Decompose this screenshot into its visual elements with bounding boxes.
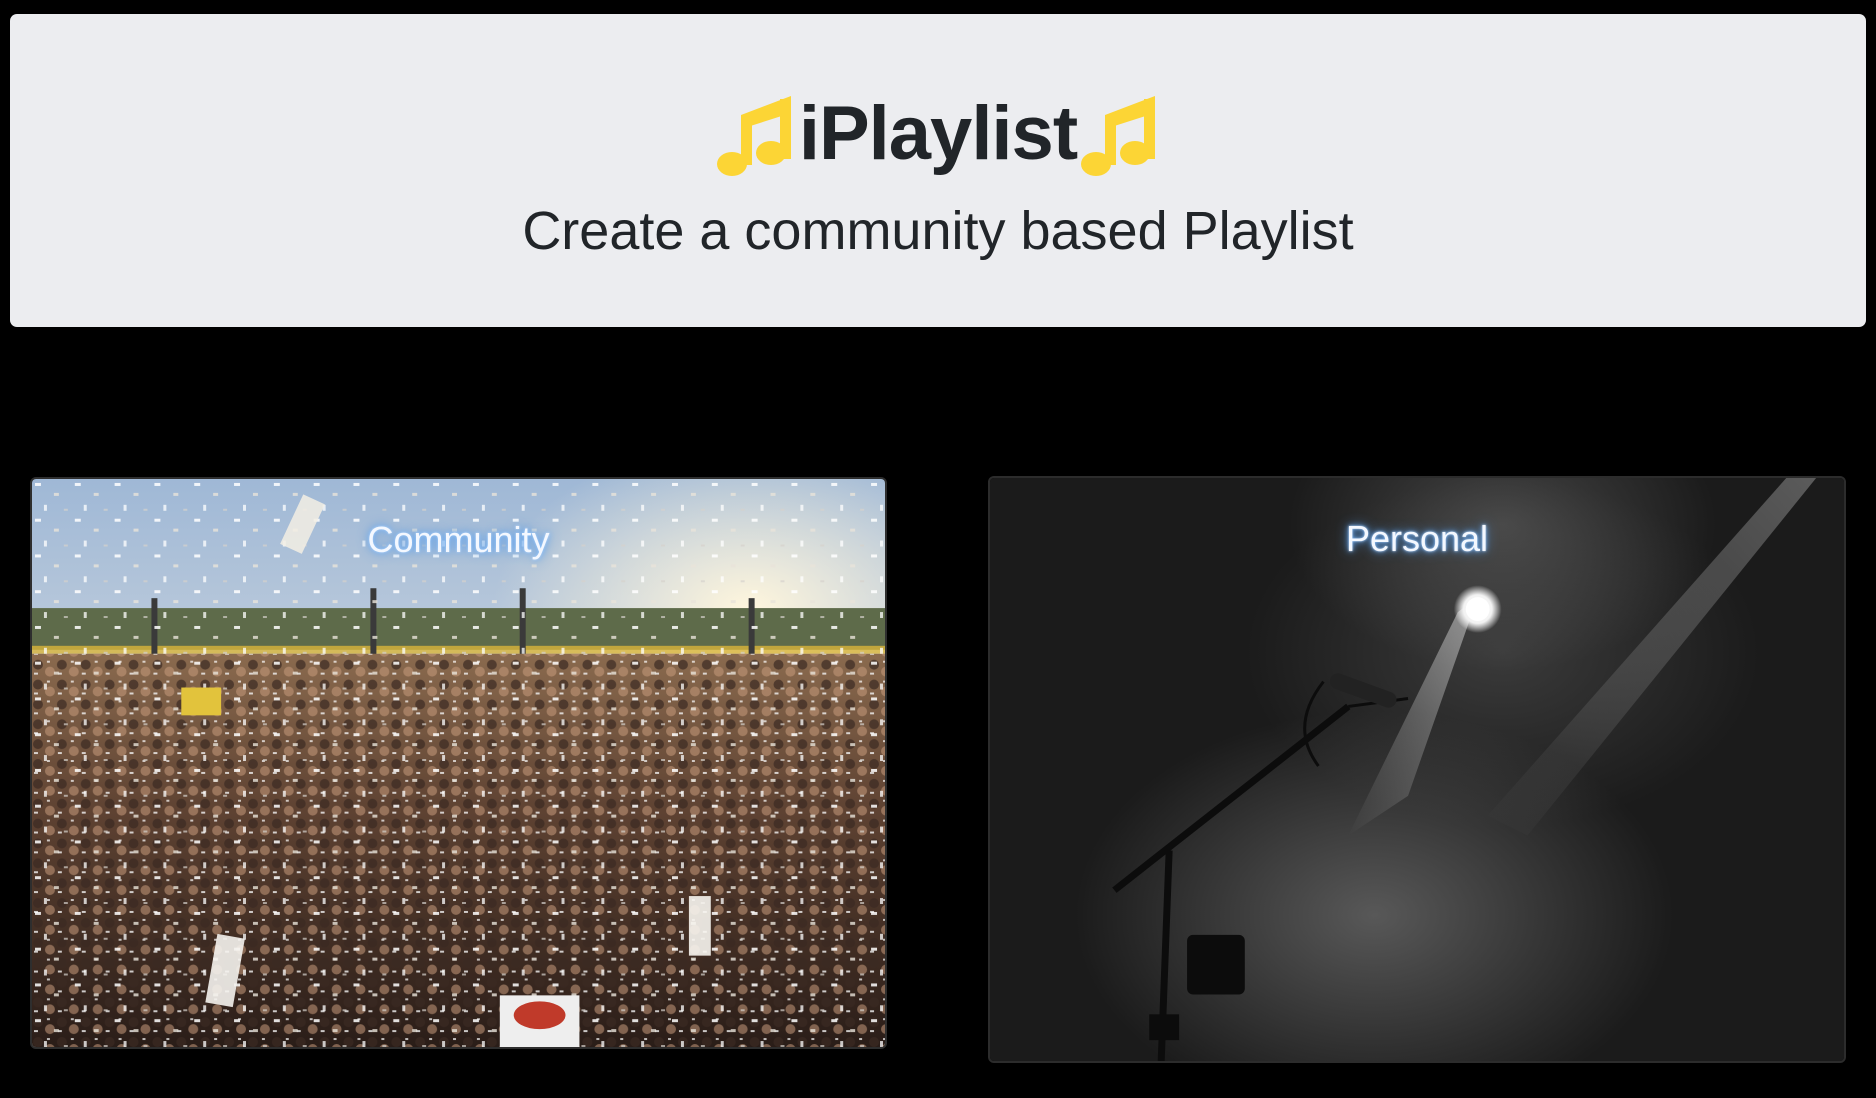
community-card[interactable]: Community <box>30 477 887 1049</box>
concert-crowd-photo <box>32 479 885 1047</box>
personal-label: Personal <box>1345 518 1489 559</box>
app-title: iPlaylist <box>798 91 1078 176</box>
page-subtitle: Create a community based Playlist <box>522 201 1354 261</box>
personal-card[interactable]: Personal <box>988 476 1846 1063</box>
musical-note-icon <box>1081 96 1156 176</box>
title-row: iPlaylist <box>10 84 1866 184</box>
musical-note-icon <box>716 96 791 176</box>
microphone-stage-photo <box>990 478 1844 1061</box>
community-label: Community <box>367 519 550 560</box>
header-banner: iPlaylist Create a community based Playl… <box>10 14 1866 327</box>
